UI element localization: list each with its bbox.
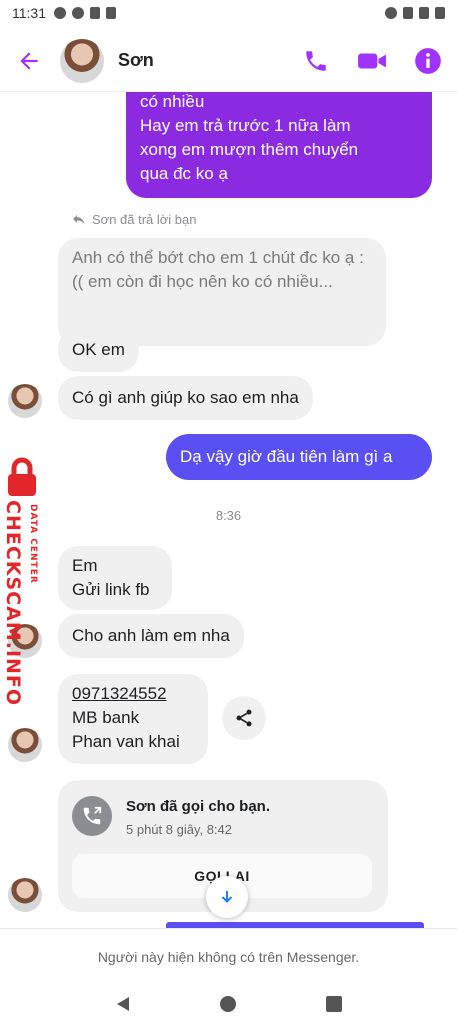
nav-home-button[interactable] <box>216 992 240 1016</box>
watermark-main: CHECKSCAM.INFO <box>2 500 24 707</box>
message-line: xong em mượn thêm chuyển <box>140 140 359 159</box>
phone-number-link[interactable]: 0971324552 <box>72 682 194 706</box>
messenger-notification-icon <box>54 7 66 19</box>
status-time: 11:31 <box>12 5 46 21</box>
info-button[interactable] <box>413 46 443 76</box>
incoming-message[interactable]: OK em <box>58 328 139 372</box>
time-separator: 8:36 <box>215 508 242 523</box>
notification-icons <box>54 7 116 19</box>
app-notification-icon <box>72 7 84 19</box>
tiktok-notification-icon <box>90 7 100 19</box>
message-text: Dạ vậy giờ đầu tiên làm gì a <box>180 447 393 466</box>
chat-thread[interactable]: có nhiều Hay em trả trước 1 nữa làm xong… <box>0 92 457 928</box>
arrow-down-icon <box>221 891 233 903</box>
arrow-left-icon <box>20 51 38 70</box>
info-icon <box>415 47 441 74</box>
message-line: có nhiều <box>140 92 205 111</box>
unavailable-notice: Người này hiện không có trên Messenger. <box>0 928 457 984</box>
sender-avatar[interactable] <box>8 878 42 912</box>
reply-note: Sơn đã trả lời bạn <box>72 212 197 227</box>
phone-icon <box>306 50 326 71</box>
contact-avatar[interactable] <box>60 38 104 83</box>
battery-icon <box>435 7 445 19</box>
status-bar: 11:31 <box>0 0 457 26</box>
back-button[interactable] <box>14 46 44 76</box>
vibrate-icon <box>385 7 397 19</box>
message-line: Gửi link fb <box>72 580 150 599</box>
video-camera-icon <box>358 53 386 68</box>
message-line: Phan van khai <box>72 732 180 751</box>
square-recents-icon <box>326 996 343 1012</box>
incoming-message[interactable]: Có gì anh giúp ko sao em nha <box>58 376 313 420</box>
navigation-bar <box>0 984 457 1024</box>
scroll-to-bottom-button[interactable] <box>206 876 248 918</box>
reply-note-text: Sơn đã trả lời bạn <box>92 212 197 227</box>
video-call-button[interactable] <box>357 46 387 76</box>
call-duration: 5 phút 8 giây, 8:42 <box>126 822 233 837</box>
wifi-icon <box>403 7 413 19</box>
checkscam-watermark: CHECKSCAM.INFO DATA CENTER <box>2 456 50 706</box>
outgoing-message[interactable]: có nhiều Hay em trả trước 1 nữa làm xong… <box>126 92 432 198</box>
signal-icon <box>419 7 429 19</box>
sender-avatar[interactable] <box>8 384 42 418</box>
document-notification-icon <box>106 7 116 19</box>
padlock-icon <box>8 457 36 496</box>
message-line: Em <box>72 556 98 575</box>
header-actions <box>301 46 443 76</box>
message-line: qua đc ko ạ <box>140 164 228 183</box>
message-text: Cho anh làm em nha <box>72 626 230 645</box>
voice-call-button[interactable] <box>301 46 331 76</box>
nav-recents-button[interactable] <box>322 992 346 1016</box>
triangle-back-icon <box>116 997 129 1011</box>
sender-avatar[interactable] <box>8 728 42 762</box>
incoming-message[interactable]: Em Gửi link fb <box>58 546 172 610</box>
message-line: Hay em trả trước 1 nữa làm <box>140 116 351 135</box>
chat-header: Sơn <box>0 30 457 92</box>
watermark-sub: DATA CENTER <box>28 504 38 584</box>
quoted-reply-text: Anh có thể bớt cho em 1 chút đc ko ạ :((… <box>72 248 364 291</box>
incoming-message[interactable]: Cho anh làm em nha <box>58 614 244 658</box>
contact-name[interactable]: Sơn <box>118 50 154 71</box>
call-title: Sơn đã gọi cho bạn. <box>126 798 271 815</box>
share-icon <box>236 709 252 727</box>
bank-info-message[interactable]: 0971324552 MB bank Phan van khai <box>58 674 208 764</box>
nav-back-button[interactable] <box>111 992 135 1016</box>
outgoing-message[interactable]: Dạ vậy giờ đầu tiên làm gì a <box>166 434 432 480</box>
call-icon-circle <box>72 796 112 836</box>
message-text: OK em <box>72 340 125 359</box>
reply-arrow-icon <box>73 214 85 224</box>
system-icons <box>385 7 445 19</box>
message-text: Có gì anh giúp ko sao em nha <box>72 388 299 407</box>
circle-home-icon <box>220 996 237 1012</box>
phone-callback-icon <box>83 806 102 825</box>
share-button[interactable] <box>222 696 266 740</box>
message-line: MB bank <box>72 708 140 727</box>
